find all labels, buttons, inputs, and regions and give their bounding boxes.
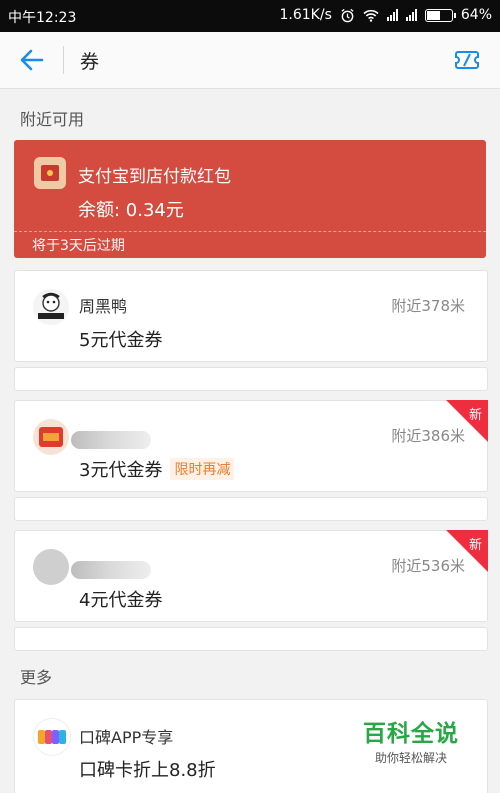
alarm-icon [341, 8, 354, 22]
red-packet-card[interactable]: 支付宝到店付款红包 余额: 0.34元 将于3天后过期 [14, 140, 486, 258]
signal-icon-2 [405, 9, 417, 21]
battery-icon [424, 8, 456, 22]
blurred-merchant-name [71, 431, 151, 449]
merchant-distance: 附近386米 [391, 427, 465, 445]
watermark-subtitle: 助你轻松解决 [374, 751, 447, 765]
koubei-logo [33, 718, 71, 756]
voucher-amount: 5元代金券 [79, 330, 163, 351]
voucher-amount: 4元代金券 [79, 590, 163, 611]
nav-divider [63, 46, 64, 74]
merchant-logo [33, 419, 69, 455]
promo-tag: 限时再减 [170, 458, 235, 480]
koubei-name: 口碑APP专享 [79, 728, 174, 747]
merchant-logo [33, 549, 69, 585]
red-packet-balance: 余额: 0.34元 [78, 200, 184, 221]
merchant-logo [33, 289, 69, 325]
page-title: 券 [80, 51, 100, 73]
status-bar: 中午12:23 1.61K/s 64% [0, 0, 500, 32]
blurred-merchant-name [71, 561, 151, 579]
watermark-title: 百科全说 [363, 721, 459, 747]
status-time: 中午12:23 [8, 10, 77, 26]
merchant-distance: 附近378米 [391, 297, 465, 315]
back-arrow-icon[interactable] [18, 46, 46, 74]
voucher-card[interactable]: 新 附近386米 3元代金券 限时再减 [14, 400, 488, 521]
card-stack-strip [14, 627, 488, 651]
new-badge-label: 新 [468, 538, 482, 553]
status-icons: 1.61K/s 64% [280, 7, 493, 23]
battery-percent: 64% [460, 7, 492, 23]
section-header-more: 更多 [20, 668, 53, 687]
voucher-value: 3元代金券 限时再减 [79, 456, 235, 482]
section-header-nearby: 附近可用 [20, 110, 85, 129]
red-packet-icon [34, 157, 66, 189]
new-badge-label: 新 [468, 408, 482, 423]
red-packet-expiry: 将于3天后过期 [32, 238, 125, 254]
voucher-value: 5元代金券 [79, 326, 162, 352]
voucher-value: 4元代金券 [79, 586, 162, 612]
merchant-distance: 附近536米 [391, 557, 465, 575]
card-stack-strip [14, 367, 488, 391]
merchant-name: 周黑鸭 [79, 297, 128, 316]
dashed-divider [14, 231, 486, 232]
voucher-card[interactable]: 周黑鸭 附近378米 5元代金券 [14, 270, 488, 391]
card-stack-strip [14, 497, 488, 521]
watermark-logo: 百科全说 助你轻松解决 [352, 706, 470, 766]
koubei-offer: 口碑卡折上8.8折 [79, 760, 216, 781]
wifi-icon [363, 9, 379, 22]
signal-icon [386, 9, 398, 21]
network-speed: 1.61K/s [279, 7, 332, 23]
red-packet-title: 支付宝到店付款红包 [78, 167, 231, 187]
coupon-code-icon[interactable] [452, 46, 482, 74]
nav-bar: 券 [0, 32, 500, 89]
voucher-amount: 3元代金券 [79, 460, 163, 481]
voucher-card[interactable]: 新 附近536米 4元代金券 [14, 530, 488, 651]
